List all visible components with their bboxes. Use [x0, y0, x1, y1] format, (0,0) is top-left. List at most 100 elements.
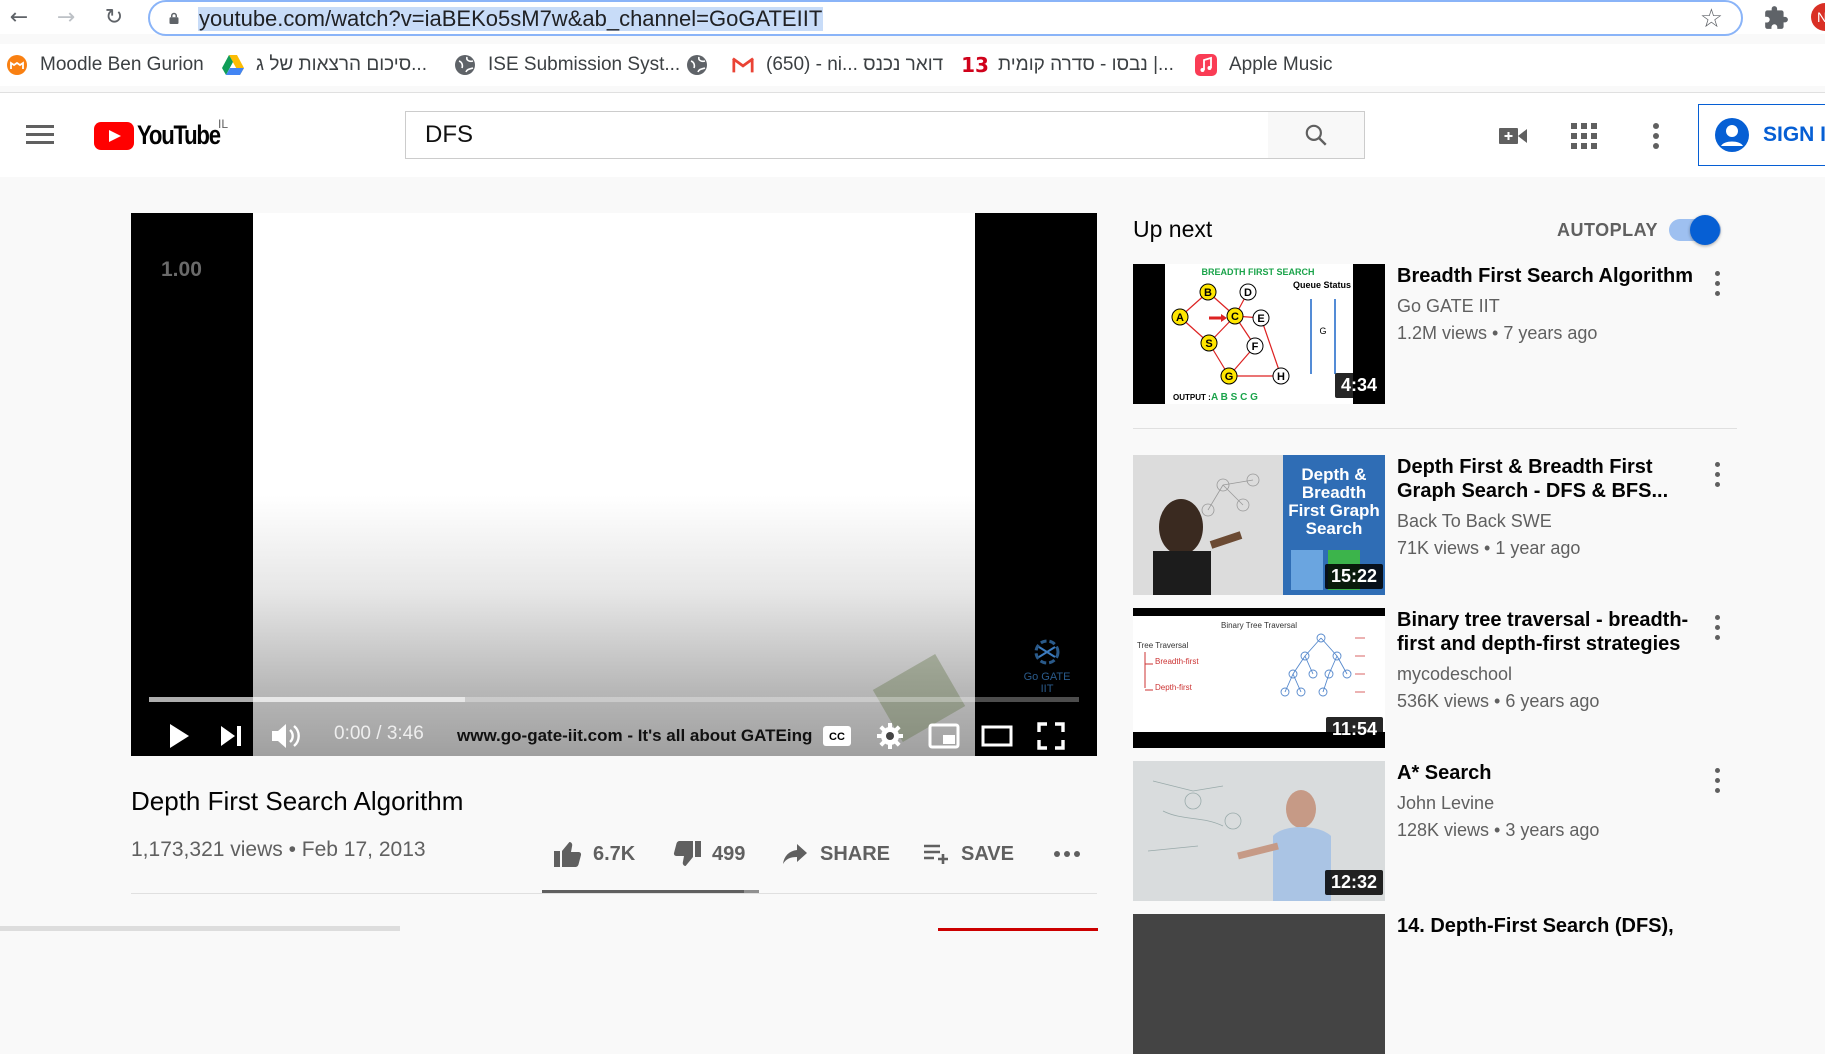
- video-thumbnail[interactable]: 12:32: [1133, 761, 1385, 901]
- watermark-text: Go GATE IIT: [1023, 671, 1071, 695]
- bookmark-globe[interactable]: [686, 52, 720, 78]
- bookmark-label: נבסו - סדרה קומית |...: [998, 54, 1174, 75]
- svg-text:H: H: [1277, 371, 1285, 383]
- recommendation-title[interactable]: Breadth First Search Algorithm: [1397, 264, 1697, 288]
- horizontal-scrollbar[interactable]: [0, 926, 400, 931]
- svg-text:Queue Status: Queue Status: [1293, 280, 1351, 290]
- recommendation-channel[interactable]: Back To Back SWE: [1397, 511, 1552, 532]
- volume-icon[interactable]: [268, 715, 304, 756]
- like-button[interactable]: 6.7K: [553, 838, 635, 870]
- miniplayer-icon[interactable]: [926, 715, 962, 756]
- moodle-icon: [6, 54, 28, 76]
- bookmarks-bar: Moodle Ben Gurion סיכום הרצאות של ג... I…: [0, 44, 1825, 86]
- recommendation-title[interactable]: Binary tree traversal - breadth-first an…: [1397, 608, 1697, 656]
- bookmark-label: Moodle Ben Gurion: [40, 54, 204, 75]
- menu-icon[interactable]: [26, 125, 54, 145]
- save-label: SAVE: [961, 842, 1014, 865]
- video-frame[interactable]: [253, 213, 975, 756]
- address-bar[interactable]: youtube.com/watch?v=iaBEKo5sM7w&ab_chann…: [148, 0, 1743, 36]
- recommendation-item[interactable]: 12:32 A* Search John Levine 128K views •…: [1133, 761, 1733, 901]
- svg-text:C: C: [1231, 311, 1239, 323]
- more-actions-button[interactable]: [1052, 838, 1092, 870]
- apps-grid-icon[interactable]: [1568, 120, 1600, 152]
- share-arrow-icon: [780, 839, 810, 869]
- video-thumbnail[interactable]: [1133, 914, 1385, 1054]
- share-label: SHARE: [820, 842, 891, 865]
- svg-text:F: F: [1252, 341, 1259, 353]
- svg-text:G: G: [1225, 371, 1234, 383]
- bookmark-label: Apple Music: [1229, 54, 1333, 75]
- video-thumbnail[interactable]: BREADTH FIRST SEARCH Queue Status G A B …: [1133, 264, 1385, 404]
- play-icon[interactable]: [163, 715, 195, 756]
- recommendation-channel[interactable]: Go GATE IIT: [1397, 296, 1500, 317]
- more-horizontal-icon: [1052, 839, 1082, 869]
- more-options-icon[interactable]: [1710, 612, 1724, 642]
- recommendation-channel[interactable]: John Levine: [1397, 793, 1494, 814]
- svg-text:Breadth-first: Breadth-first: [1155, 657, 1199, 666]
- channel-watermark[interactable]: Go GATE IIT: [1017, 638, 1077, 696]
- browser-toolbar: ← → ↻ youtube.com/watch?v=iaBEKo5sM7w&ab…: [0, 0, 1825, 36]
- video-thumbnail[interactable]: Binary Tree Traversal Tree Traversal Bre…: [1133, 608, 1385, 748]
- svg-text:Breadth: Breadth: [1302, 483, 1366, 502]
- fullscreen-icon[interactable]: [1033, 715, 1069, 756]
- recommendation-title[interactable]: Depth First & Breadth First Graph Search…: [1397, 455, 1697, 503]
- theater-mode-icon[interactable]: [979, 715, 1015, 756]
- svg-text:B: B: [1204, 287, 1212, 299]
- search-button[interactable]: [1268, 111, 1365, 159]
- recommendation-title[interactable]: A* Search: [1397, 761, 1697, 785]
- bookmark-label: ISE Submission Syst...: [488, 54, 681, 75]
- search-input[interactable]: [406, 112, 1268, 158]
- bookmark-moodle[interactable]: Moodle Ben Gurion: [6, 52, 204, 78]
- save-button[interactable]: SAVE: [921, 838, 1014, 870]
- bookmark-ise[interactable]: ISE Submission Syst...: [454, 52, 680, 78]
- svg-text:OUTPUT :: OUTPUT :: [1173, 393, 1211, 402]
- progress-bar[interactable]: [149, 697, 1079, 702]
- svg-text:First Graph: First Graph: [1288, 501, 1380, 520]
- apple-music-icon: [1195, 54, 1217, 76]
- video-duration: 11:54: [1325, 717, 1383, 742]
- bookmark-gmail[interactable]: (650) - ni... דואר נכנס: [732, 52, 943, 78]
- video-duration: 12:32: [1324, 870, 1383, 895]
- extensions-puzzle-icon[interactable]: [1763, 5, 1789, 31]
- recommendation-item[interactable]: Depth & Breadth First Graph Search 15:22…: [1133, 455, 1733, 595]
- dislike-count: 499: [712, 842, 746, 865]
- profile-avatar[interactable]: N: [1811, 3, 1825, 31]
- sign-in-button[interactable]: SIGN IN: [1698, 104, 1825, 166]
- recommendation-title[interactable]: 14. Depth-First Search (DFS),: [1397, 914, 1697, 938]
- video-thumbnail[interactable]: Depth & Breadth First Graph Search 15:22: [1133, 455, 1385, 595]
- youtube-logo[interactable]: YouTube: [94, 120, 238, 151]
- settings-gear-icon[interactable]: [872, 715, 908, 756]
- subtitles-cc-icon[interactable]: CC: [819, 715, 855, 756]
- svg-text:A: A: [1176, 312, 1184, 324]
- more-options-icon[interactable]: [1710, 459, 1724, 489]
- back-arrow-icon[interactable]: ←: [6, 4, 32, 30]
- channel-13-icon: 13: [961, 53, 989, 77]
- bookmark-channel13[interactable]: 13 נבסו - סדרה קומית |...: [961, 52, 1174, 78]
- recommendation-item[interactable]: Binary Tree Traversal Tree Traversal Bre…: [1133, 608, 1733, 748]
- search-box: [405, 111, 1269, 159]
- recommendation-item[interactable]: BREADTH FIRST SEARCH Queue Status G A B …: [1133, 264, 1733, 404]
- more-options-icon[interactable]: [1710, 765, 1724, 795]
- bookmark-apple-music[interactable]: Apple Music: [1195, 52, 1333, 78]
- bookmark-drive[interactable]: סיכום הרצאות של ג...: [222, 52, 427, 78]
- autoplay-toggle-knob[interactable]: [1690, 215, 1720, 245]
- dislike-button[interactable]: 499: [672, 838, 745, 870]
- video-player[interactable]: 1.00 Go GATE IIT 0:00 / 3:46 www.go-gate…: [131, 213, 1097, 756]
- recommendation-views: 536K views • 6 years ago: [1397, 691, 1600, 711]
- reload-icon[interactable]: ↻: [101, 4, 127, 30]
- url-text[interactable]: youtube.com/watch?v=iaBEKo5sM7w&ab_chann…: [198, 7, 824, 31]
- create-video-icon[interactable]: [1497, 120, 1529, 152]
- buffered-bar: [149, 697, 466, 702]
- like-count: 6.7K: [593, 842, 636, 865]
- youtube-play-logo-icon: [94, 121, 134, 150]
- settings-more-icon[interactable]: [1640, 120, 1672, 152]
- more-options-icon[interactable]: [1710, 268, 1724, 298]
- forward-arrow-icon[interactable]: →: [53, 4, 79, 30]
- share-button[interactable]: SHARE: [780, 838, 890, 870]
- country-code: IL: [218, 117, 229, 131]
- next-video-icon[interactable]: [215, 715, 247, 756]
- recommendation-item[interactable]: 14. Depth-First Search (DFS),: [1133, 914, 1733, 1054]
- bookmark-star-icon[interactable]: ☆: [1700, 4, 1723, 34]
- svg-text:S: S: [1205, 338, 1212, 350]
- recommendation-channel[interactable]: mycodeschool: [1397, 664, 1512, 685]
